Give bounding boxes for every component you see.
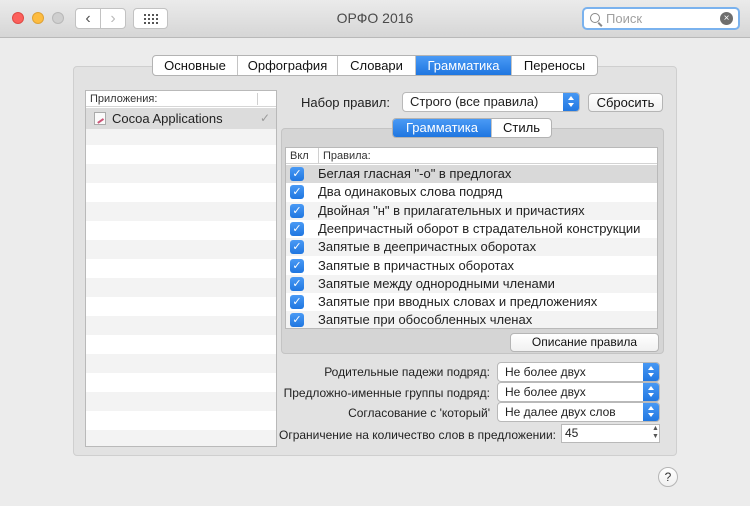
- rule-checkbox[interactable]: ✓: [290, 167, 304, 181]
- list-item[interactable]: Cocoa Applications ✓: [86, 108, 276, 129]
- select-arrows-icon: [563, 93, 579, 111]
- table-row[interactable]: ✓ Запятые в деепричастных оборотах: [286, 238, 657, 257]
- table-row[interactable]: ✓ Запятые в причастных оборотах: [286, 257, 657, 275]
- rule-checkbox[interactable]: ✓: [290, 240, 304, 255]
- table-row[interactable]: ✓ Двойная "н" в прилагательных и причаст…: [286, 201, 657, 220]
- checkmark-icon[interactable]: ✓: [260, 108, 270, 129]
- rule-label: Запятые при обособленных членах: [318, 312, 533, 328]
- rule-checkbox[interactable]: ✓: [290, 295, 304, 310]
- which-agreement-select[interactable]: Не далее двух слов: [497, 402, 660, 422]
- rule-checkbox[interactable]: ✓: [290, 203, 304, 218]
- tab-hyphenation[interactable]: Переносы: [511, 56, 597, 75]
- subtab-grammar[interactable]: Грамматика: [393, 119, 491, 137]
- table-row[interactable]: ✓ Беглая гласная "-о" в предлогах: [286, 165, 657, 184]
- rule-label: Беглая гласная "-о" в предлогах: [318, 166, 512, 181]
- rule-checkbox[interactable]: ✓: [290, 313, 304, 328]
- which-agreement-value: Не далее двух слов: [505, 405, 616, 419]
- ruleset-select[interactable]: Строго (все правила): [402, 92, 580, 112]
- rule-checkbox[interactable]: ✓: [290, 276, 304, 291]
- rule-label: Деепричастный оборот в страдательной кон…: [318, 220, 641, 236]
- table-row[interactable]: ✓ Запятые при вводных словах и предложен…: [286, 293, 657, 311]
- search-input[interactable]: [606, 10, 716, 27]
- search-field[interactable]: ×: [582, 7, 740, 30]
- which-agreement-label: Согласование с 'который': [348, 406, 490, 420]
- application-icon: [94, 112, 106, 125]
- subtab-style[interactable]: Стиль: [491, 119, 551, 137]
- rules-table[interactable]: Вкл Правила: ✓ Беглая гласная "-о" в пре…: [285, 147, 658, 329]
- genitive-select[interactable]: Не более двух: [497, 362, 660, 382]
- rule-checkbox[interactable]: ✓: [290, 258, 304, 273]
- column-header-rules[interactable]: Правила:: [318, 148, 371, 164]
- tab-dictionaries[interactable]: Словари: [337, 56, 415, 75]
- table-row[interactable]: ✓ Два одинаковых слова подряд: [286, 183, 657, 201]
- rule-checkbox[interactable]: ✓: [290, 221, 304, 236]
- ruleset-label: Набор правил:: [301, 95, 391, 110]
- stepper-icon[interactable]: ▲ ▼: [651, 425, 660, 442]
- prep-groups-label: Предложно-именные группы подряд:: [283, 386, 490, 400]
- genitive-value: Не более двух: [505, 365, 586, 379]
- rule-label: Двойная "н" в прилагательных и причастия…: [318, 202, 585, 218]
- search-icon: [590, 13, 600, 23]
- applications-list[interactable]: Приложения: Cocoa Applications ✓: [85, 90, 277, 447]
- column-header-enabled[interactable]: Вкл: [290, 148, 309, 164]
- rule-label: Запятые в причастных оборотах: [318, 257, 515, 273]
- rule-checkbox[interactable]: ✓: [290, 185, 304, 200]
- select-arrows-icon: [643, 383, 659, 401]
- rule-label: Запятые в деепричастных оборотах: [318, 239, 537, 255]
- ruleset-selected-value: Строго (все правила): [410, 94, 539, 109]
- genitive-label: Родительные падежи подряд:: [324, 365, 490, 379]
- main-tabs: Основные Орфография Словари Грамматика П…: [152, 55, 598, 76]
- preferences-window: ‹ › ОРФО 2016 × Основные Орфография Слов…: [0, 0, 750, 506]
- help-button[interactable]: ?: [658, 467, 678, 487]
- tab-grammar[interactable]: Грамматика: [415, 56, 511, 75]
- describe-rule-button[interactable]: Описание правила: [510, 333, 659, 352]
- prep-groups-select[interactable]: Не более двух: [497, 382, 660, 402]
- select-arrows-icon: [643, 363, 659, 381]
- rule-label: Запятые между однородными членами: [318, 275, 555, 291]
- select-arrows-icon: [643, 403, 659, 421]
- prep-groups-value: Не более двух: [505, 385, 586, 399]
- word-limit-value[interactable]: 45: [565, 426, 578, 440]
- rules-table-header: Вкл Правила:: [286, 148, 657, 164]
- reset-button[interactable]: Сбросить: [588, 93, 663, 112]
- clear-search-icon[interactable]: ×: [720, 12, 733, 25]
- rule-label: Запятые при вводных словах и предложения…: [318, 294, 598, 310]
- word-limit-field[interactable]: 45 ▲ ▼: [561, 424, 660, 443]
- application-label: Cocoa Applications: [112, 111, 223, 126]
- tab-general[interactable]: Основные: [153, 56, 237, 75]
- table-row[interactable]: ✓ Запятые при обособленных членах: [286, 311, 657, 328]
- tab-spelling[interactable]: Орфография: [237, 56, 337, 75]
- table-row[interactable]: ✓ Запятые между однородными членами: [286, 274, 657, 294]
- title-bar: ‹ › ОРФО 2016 ×: [0, 0, 750, 38]
- word-limit-label: Ограничение на количество слов в предлож…: [278, 428, 556, 442]
- rule-label: Два одинаковых слова подряд: [318, 184, 503, 200]
- table-row[interactable]: ✓ Деепричастный оборот в страдательной к…: [286, 220, 657, 238]
- applications-list-header: Приложения:: [86, 91, 276, 107]
- rules-subtabs: Грамматика Стиль: [392, 118, 552, 138]
